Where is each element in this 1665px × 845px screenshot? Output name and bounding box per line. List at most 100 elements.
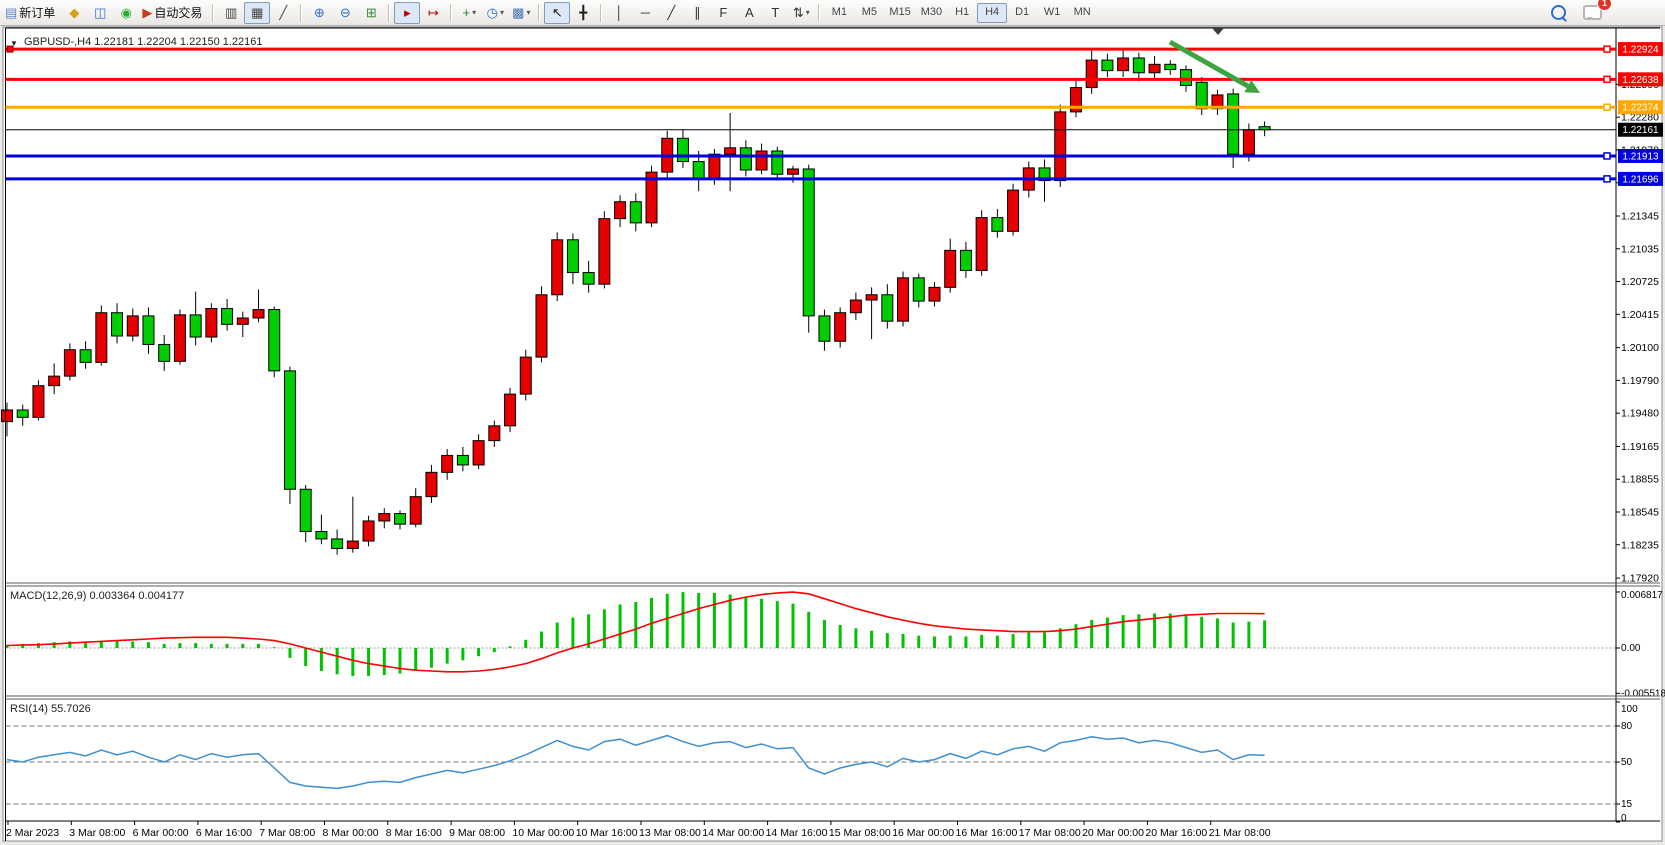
fibonacci-button[interactable]: F [710,2,736,24]
chart-bars-button[interactable]: ▥ [218,2,244,24]
candle-body [583,273,594,285]
candle-body [929,287,940,301]
zoom-in-icon: ⊕ [314,6,325,19]
text-button[interactable]: A [736,2,762,24]
chart-shift-button[interactable]: ↦ [420,2,446,24]
chart-window: 0.0068170.00-0.005518 1008050150 1.22590… [0,26,1665,845]
toolbar-separator [300,4,302,22]
candle-body [395,514,406,525]
line-anchor-marker[interactable] [1604,104,1610,110]
candle-body [206,308,217,337]
line-anchor-marker[interactable] [1604,153,1610,159]
candle-body [49,376,60,386]
timeframe-h4-button[interactable]: H4 [977,3,1007,23]
macd-tick-label: 0.00 [1621,643,1641,654]
toolbar-separator [600,4,602,22]
timeframe-m5-button[interactable]: M5 [854,3,884,23]
new-order-icon: ▤ [5,6,17,19]
candle-body [127,316,138,336]
timeframe-w1-button[interactable]: W1 [1037,3,1067,23]
crosshair-button[interactable]: ╋ [570,2,596,24]
candle-body [442,455,453,472]
date-label: 6 Mar 00:00 [133,827,189,839]
candle-body [693,162,704,179]
price-line-label: 1.22374 [1622,103,1659,114]
new-order-button[interactable]: ▤新订单 [2,2,61,24]
auto-scroll-button[interactable]: ▸ [394,2,420,24]
equidistant-channel-button[interactable]: ∥ [684,2,710,24]
candle-body [898,278,909,321]
candle-body [1228,94,1239,154]
candle-body [112,313,123,336]
candle-body [1196,82,1207,108]
date-label: 13 Mar 08:00 [639,827,701,839]
line-anchor-marker[interactable] [1604,176,1610,182]
chart-shift-icon: ↦ [428,6,439,19]
date-label: 8 Mar 16:00 [386,827,442,839]
search-button[interactable] [1545,2,1571,24]
label-button[interactable]: T [762,2,788,24]
date-label: 3 Mar 08:00 [69,827,125,839]
chevron-down-icon: ▾ [472,9,476,17]
timeframe-mn-button[interactable]: MN [1067,3,1097,23]
candle-body [426,472,437,496]
indicators-button[interactable]: +▾ [456,2,482,24]
equidistant-channel-icon: ∥ [694,6,701,19]
rsi-tick-label: 0 [1621,813,1627,824]
navigator-button[interactable]: ◫ [87,2,113,24]
horizontal-line-icon: ─ [641,6,650,19]
candle-body [536,295,547,357]
chevron-down-icon: ▾ [526,9,530,17]
toolbar-separator [818,4,820,22]
quotes-icon-button[interactable]: ◆ [61,2,87,24]
auto-trading-button-label: 自动交易 [154,7,202,19]
toolbar-separator [388,4,390,22]
candle-body [33,386,44,418]
timeframe-m1-button[interactable]: M1 [824,3,854,23]
vertical-line-icon: │ [615,6,623,19]
timeframe-h1-button[interactable]: H1 [947,3,977,23]
signals-button[interactable]: ◉ [113,2,139,24]
vertical-line-button[interactable]: │ [606,2,632,24]
candle-body [615,202,626,219]
macd-header: MACD(12,26,9) 0.003364 0.004177 [10,590,184,602]
candle-body [237,318,248,324]
zoom-out-button[interactable]: ⊖ [332,2,358,24]
cursor-button[interactable]: ↖ [544,2,570,24]
candle-body [284,371,295,489]
candle-body [630,202,641,223]
trendline-icon: ╱ [667,6,675,19]
timeframe-m30-button[interactable]: M30 [916,3,947,23]
line-anchor-marker[interactable] [1604,46,1610,52]
date-label: 14 Mar 16:00 [766,827,828,839]
zoom-in-button[interactable]: ⊕ [306,2,332,24]
candle-body [819,316,830,341]
trendline-button[interactable]: ╱ [658,2,684,24]
notifications-button[interactable]: 1 [1579,2,1605,24]
candle-body [740,148,751,170]
arrows-button[interactable]: ⇅▾ [788,2,814,24]
chart-line-button[interactable]: ╱ [270,2,296,24]
timeframe-d1-button[interactable]: D1 [1007,3,1037,23]
candle-body [457,455,468,465]
chart-bars-icon: ▥ [225,6,237,19]
tile-windows-button[interactable]: ⊞ [358,2,384,24]
line-anchor-marker[interactable] [1604,76,1610,82]
tile-windows-icon: ⊞ [366,6,377,19]
macd-tick-label: 0.006817 [1621,590,1663,601]
candle-body [316,532,327,539]
auto-trading-button[interactable]: ▶自动交易 [139,2,208,24]
date-label: 6 Mar 16:00 [196,827,252,839]
periods-button[interactable]: ◷▾ [482,2,508,24]
toolbar: ▤新订单◆◫◉▶自动交易▥▦╱⊕⊖⊞▸↦+▾◷▾▩▾↖╋│─╱∥FAT⇅▾ M1… [0,0,1665,26]
timeframe-m15-button[interactable]: M15 [884,3,915,23]
templates-button[interactable]: ▩▾ [508,2,534,24]
price-tick-label: 1.18855 [1621,474,1659,486]
chart-candles-button[interactable]: ▦ [244,2,270,24]
date-label: 21 Mar 08:00 [1209,827,1271,839]
rsi-tick-label: 80 [1621,721,1633,732]
horizontal-line-button[interactable]: ─ [632,2,658,24]
price-tick-label: 1.20415 [1621,309,1659,321]
candle-body [253,310,264,318]
symbol-collapse-arrow[interactable]: ▼ [10,39,18,48]
